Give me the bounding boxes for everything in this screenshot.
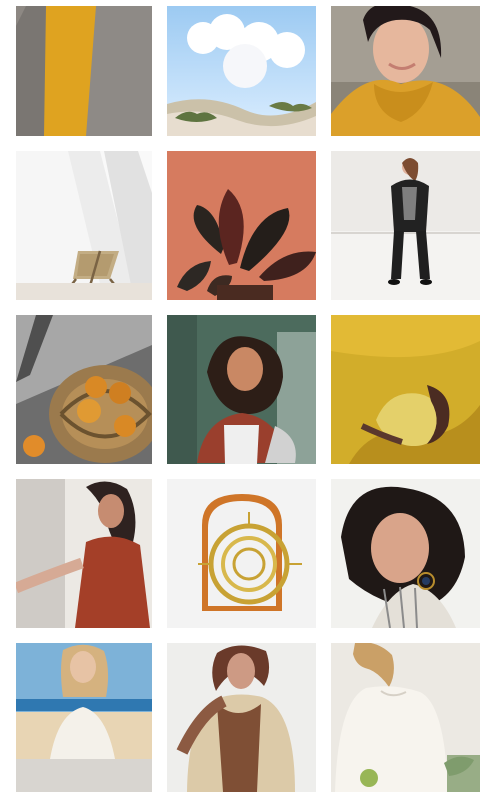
photo-image — [16, 643, 152, 792]
tile-black-suit-woman[interactable] — [331, 151, 480, 300]
fruit-image — [331, 315, 480, 464]
decor-image — [167, 479, 316, 628]
tile-trench-woman[interactable] — [167, 643, 316, 792]
tile-curly-hair-woman[interactable] — [167, 315, 316, 464]
tile-dunes[interactable] — [167, 6, 316, 136]
portrait-image — [167, 315, 316, 464]
tile-pears-basket[interactable] — [16, 315, 152, 464]
dunes-image — [167, 6, 316, 136]
still-life-image — [16, 315, 152, 464]
tile-cream-blouse[interactable] — [331, 643, 480, 792]
tile-mustard-sweater-woman[interactable] — [331, 6, 480, 136]
image-grid — [16, 6, 480, 792]
tile-portrait-earring[interactable] — [331, 479, 480, 628]
portrait-image — [16, 479, 152, 628]
plant-image — [167, 151, 316, 300]
portrait-image — [331, 479, 480, 628]
fashion-image — [167, 643, 316, 792]
tile-rust-top-woman[interactable] — [16, 479, 152, 628]
chair-image — [16, 151, 152, 300]
portrait-image — [331, 6, 480, 136]
sweaters-image — [16, 6, 152, 136]
tile-chair[interactable] — [16, 151, 152, 300]
tile-sweaters[interactable] — [16, 6, 152, 136]
tile-mirrors[interactable] — [167, 479, 316, 628]
tile-lemon-hand[interactable] — [331, 315, 480, 464]
tile-plant[interactable] — [167, 151, 316, 300]
fashion-image — [331, 151, 480, 300]
fashion-image — [331, 643, 480, 792]
tile-beach-photo[interactable] — [16, 643, 152, 792]
